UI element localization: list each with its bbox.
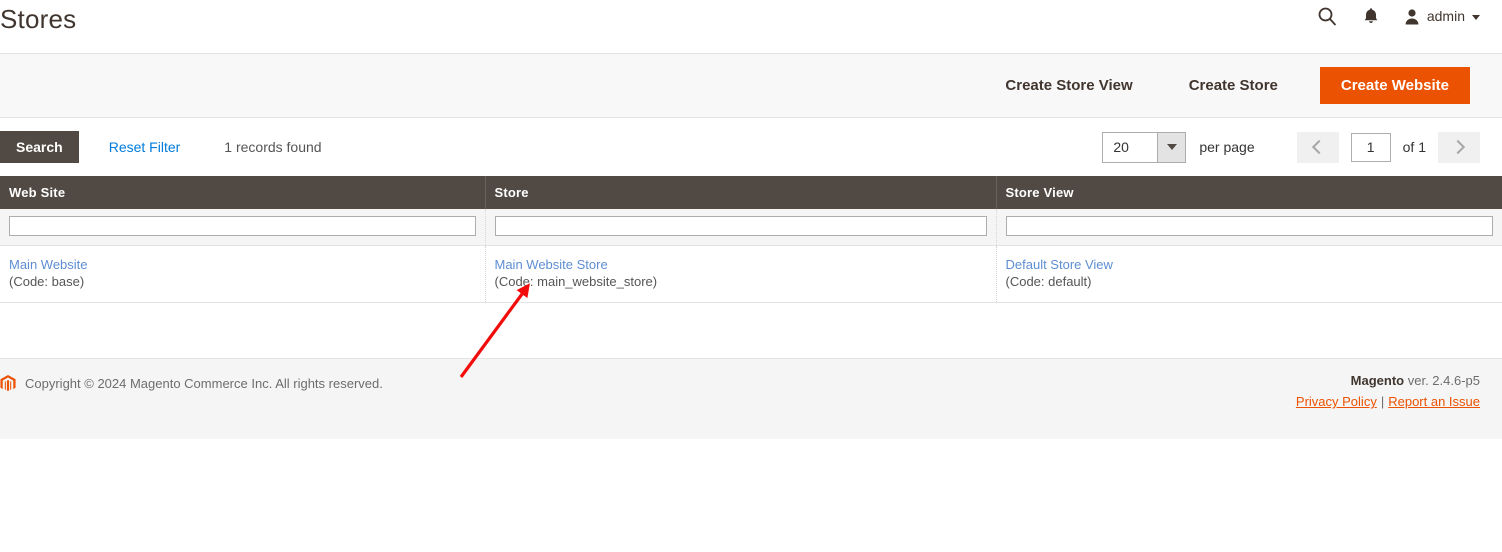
- per-page-select[interactable]: 20: [1102, 131, 1187, 163]
- chevron-down-icon[interactable]: [1157, 132, 1186, 162]
- store-view-code: (Code: default): [1005, 274, 1092, 289]
- grid-toolbar-left: Search Reset Filter 1 records found: [0, 118, 322, 176]
- triangle-down-icon: [1166, 144, 1177, 150]
- cell-website: Main Website (Code: base): [0, 245, 486, 303]
- column-header-website[interactable]: Web Site: [0, 176, 486, 209]
- create-website-button[interactable]: Create Website: [1319, 67, 1470, 104]
- cell-store: Main Website Store (Code: main_website_s…: [485, 245, 997, 303]
- store-filter-input[interactable]: [494, 216, 987, 236]
- search-icon[interactable]: [1316, 4, 1338, 28]
- pagination: of 1: [1296, 131, 1480, 163]
- footer-left: Copyright © 2024 Magento Commerce Inc. A…: [0, 375, 383, 392]
- report-issue-link[interactable]: Report an Issue: [1388, 394, 1480, 409]
- page-header: Stores admin: [0, 0, 1502, 54]
- per-page-value: 20: [1103, 132, 1158, 162]
- per-page-label: per page: [1199, 139, 1255, 155]
- grid-toolbar-right: 20 per page of 1: [1102, 118, 1480, 176]
- cell-store-view: Default Store View (Code: default): [996, 245, 1502, 303]
- store-view-filter-input[interactable]: [1005, 216, 1493, 236]
- user-avatar-icon: [1404, 7, 1420, 25]
- admin-menu[interactable]: admin: [1404, 7, 1480, 25]
- header-actions: admin: [1316, 4, 1480, 28]
- create-store-button[interactable]: Create Store: [1161, 69, 1306, 102]
- copyright-text: Copyright © 2024 Magento Commerce Inc. A…: [25, 376, 383, 391]
- column-header-store[interactable]: Store: [485, 176, 997, 209]
- website-code: (Code: base): [9, 274, 85, 289]
- filter-cell-store: [485, 209, 997, 246]
- previous-page-button[interactable]: [1296, 131, 1339, 163]
- store-view-link[interactable]: Default Store View: [1006, 257, 1494, 273]
- magento-logo-icon: [0, 375, 16, 392]
- table-row[interactable]: Main Website (Code: base) Main Website S…: [0, 245, 1502, 303]
- brand-name: Magento: [1350, 373, 1405, 388]
- privacy-policy-link[interactable]: Privacy Policy: [1296, 394, 1377, 409]
- grid-empty-space: [0, 303, 1502, 359]
- admin-username: admin: [1426, 8, 1465, 24]
- stores-grid: Web Site Store Store View Main Website (…: [0, 176, 1502, 303]
- chevron-left-icon: [1312, 139, 1327, 155]
- grid-header-row: Web Site Store Store View: [0, 176, 1502, 209]
- store-link[interactable]: Main Website Store: [495, 257, 987, 273]
- chevron-right-icon: [1450, 139, 1465, 155]
- version-info: Magento ver. 2.4.6-p5: [1296, 373, 1480, 388]
- page-actions-bar: Create Store View Create Store Create We…: [0, 54, 1502, 118]
- website-filter-input[interactable]: [9, 216, 476, 236]
- page-footer: Copyright © 2024 Magento Commerce Inc. A…: [0, 359, 1502, 439]
- reset-filter-link[interactable]: Reset Filter: [109, 139, 181, 155]
- search-button[interactable]: Search: [0, 131, 79, 163]
- page-title: Stores: [0, 4, 77, 34]
- version-number: ver. 2.4.6-p5: [1404, 373, 1480, 388]
- footer-right: Magento ver. 2.4.6-p5 Privacy Policy | Rep…: [1296, 373, 1480, 409]
- store-code: (Code: main_website_store): [494, 274, 658, 289]
- grid-filter-row: [0, 209, 1502, 246]
- column-header-store-view[interactable]: Store View: [996, 176, 1502, 209]
- filter-cell-store-view: [996, 209, 1502, 246]
- chevron-down-icon: [1472, 14, 1480, 20]
- total-pages-label: of 1: [1402, 139, 1426, 155]
- bell-icon[interactable]: [1360, 4, 1382, 28]
- link-separator: |: [1380, 394, 1385, 409]
- footer-links: Privacy Policy | Report an Issue: [1296, 394, 1480, 409]
- filter-cell-website: [0, 209, 486, 246]
- page-actions-group: Create Store View Create Store Create We…: [977, 54, 1470, 117]
- create-store-view-button[interactable]: Create Store View: [977, 69, 1160, 102]
- grid-toolbar: Search Reset Filter 1 records found 20 p…: [0, 118, 1502, 176]
- next-page-button[interactable]: [1438, 131, 1480, 163]
- records-found-label: 1 records found: [224, 139, 322, 155]
- website-link[interactable]: Main Website: [9, 257, 476, 273]
- page-number-input[interactable]: [1350, 132, 1391, 162]
